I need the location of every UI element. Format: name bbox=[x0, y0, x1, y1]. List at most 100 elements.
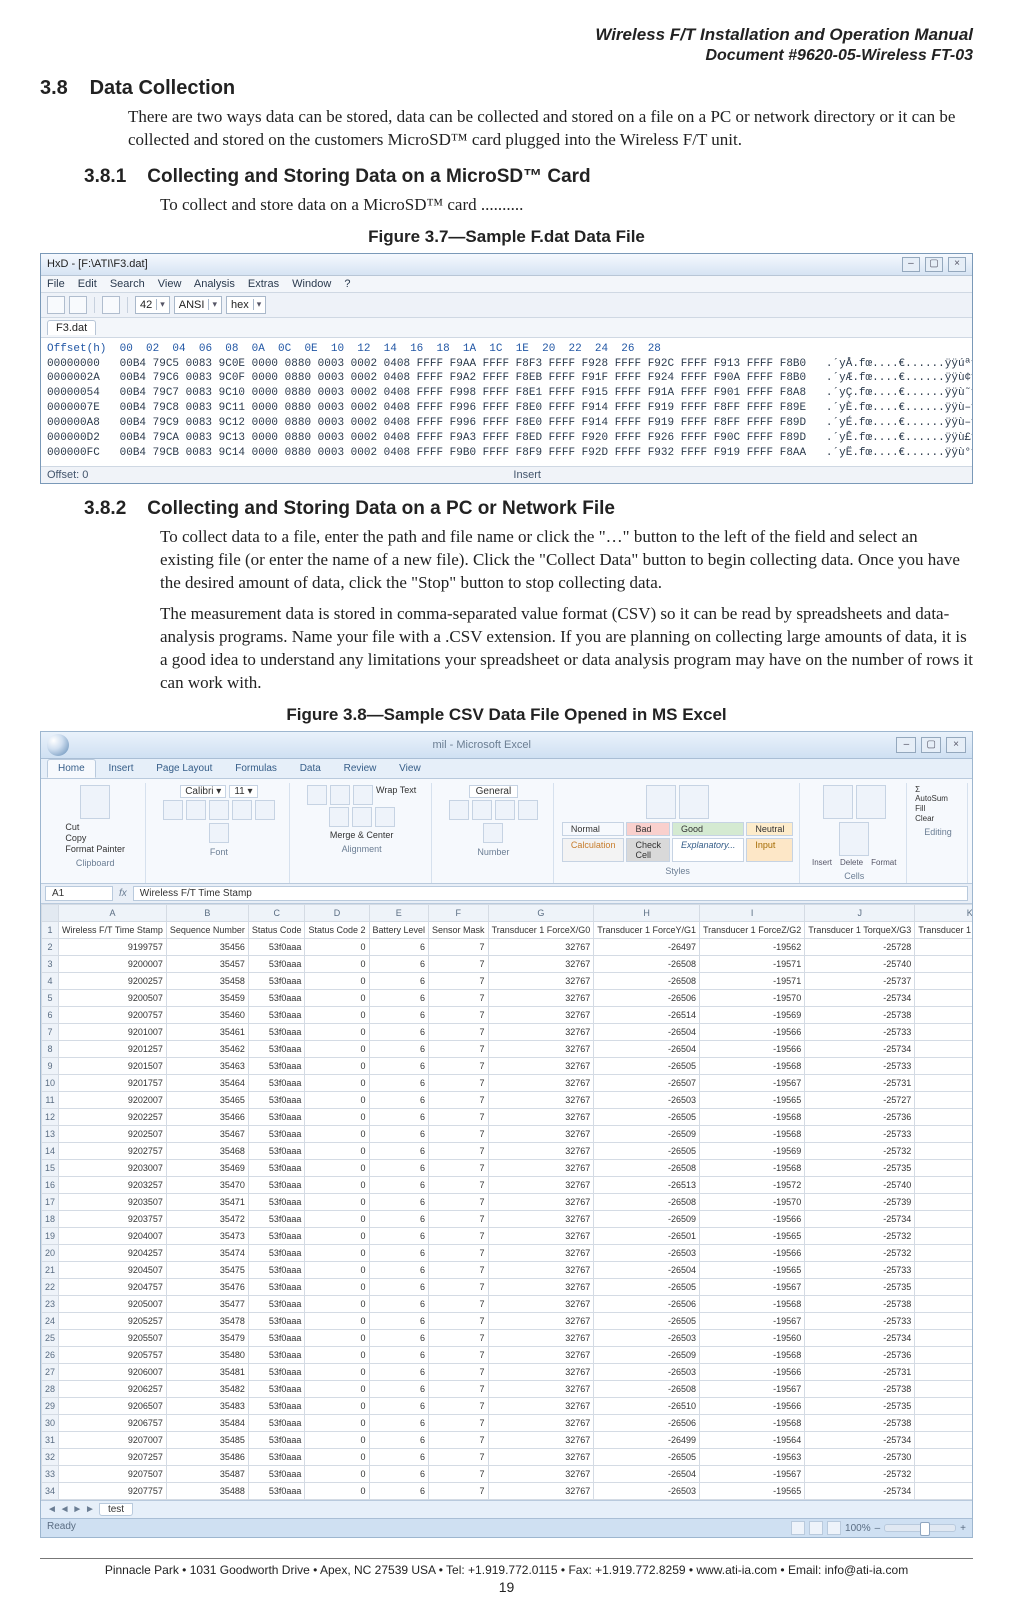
doc-header: Wireless F/T Installation and Operation … bbox=[40, 24, 973, 67]
sheet-grid[interactable]: ABCDEFGHIJKL1Wireless F/T Time StampSequ… bbox=[41, 904, 972, 1500]
tab-page-layout[interactable]: Page Layout bbox=[146, 760, 222, 777]
autosum-button[interactable]: Σ AutoSum bbox=[915, 785, 953, 803]
border-button[interactable] bbox=[232, 800, 252, 820]
hex-file-tab: F3.dat bbox=[41, 318, 972, 338]
toolbar-icon[interactable] bbox=[69, 296, 87, 314]
menu-extras[interactable]: Extras bbox=[248, 278, 279, 290]
section-3-8-2-body-2: The measurement data is stored in comma-… bbox=[160, 603, 973, 695]
section-number: 3.8.2 bbox=[84, 498, 142, 520]
ribbon-group-number: General Number bbox=[434, 783, 554, 883]
hex-viewer[interactable]: Offset(h) 00 02 04 06 08 0A 0C 0E 10 12 … bbox=[41, 338, 972, 467]
currency-button[interactable] bbox=[449, 800, 469, 820]
menu-analysis[interactable]: Analysis bbox=[194, 278, 235, 290]
minimize-button[interactable]: – bbox=[902, 257, 920, 272]
fill-button[interactable]: Fill bbox=[915, 804, 953, 813]
menu-window[interactable]: Window bbox=[292, 278, 331, 290]
tab-home[interactable]: Home bbox=[47, 759, 96, 778]
style-neutral[interactable]: Neutral bbox=[746, 822, 793, 836]
tab-data[interactable]: Data bbox=[290, 760, 331, 777]
align-button[interactable] bbox=[352, 807, 372, 827]
style-check-cell[interactable]: Check Cell bbox=[626, 838, 670, 862]
excel-titlebar: mil - Microsoft Excel – ▢ × bbox=[41, 732, 972, 759]
underline-button[interactable] bbox=[209, 800, 229, 820]
cut-button[interactable]: Cut bbox=[65, 822, 125, 832]
fontcolor-button[interactable] bbox=[209, 823, 229, 843]
copy-button[interactable]: Copy bbox=[65, 833, 125, 843]
insert-button[interactable] bbox=[823, 785, 853, 819]
number-format-field[interactable]: General bbox=[469, 785, 519, 798]
section-3-8-1-body: To collect and store data on a MicroSD™ … bbox=[160, 194, 973, 217]
fx-icon[interactable]: fx bbox=[119, 888, 127, 899]
format-as-table-button[interactable] bbox=[679, 785, 709, 819]
page-number: 19 bbox=[40, 1579, 973, 1595]
dec-decimal-button[interactable] bbox=[483, 823, 503, 843]
menu-file[interactable]: File bbox=[47, 278, 65, 290]
wrap-text-button[interactable]: Wrap Text bbox=[376, 785, 416, 805]
doc-number: Document #9620-05-Wireless FT-03 bbox=[40, 46, 973, 67]
align-button[interactable] bbox=[330, 785, 350, 805]
figure-3-7-title: Figure 3.7—Sample F.dat Data File bbox=[40, 227, 973, 247]
ribbon-tabs: Home Insert Page Layout Formulas Data Re… bbox=[41, 759, 972, 779]
hex-app-title: HxD - [F:\ATI\F3.dat] bbox=[47, 258, 148, 270]
excel-window: mil - Microsoft Excel – ▢ × Home Insert … bbox=[40, 731, 973, 1538]
sheet-nav[interactable]: ◄ ◄ ► ► bbox=[47, 1504, 95, 1515]
maximize-button[interactable]: ▢ bbox=[921, 737, 941, 753]
close-button[interactable]: × bbox=[946, 737, 966, 753]
style-good[interactable]: Good bbox=[672, 822, 744, 836]
style-calculation[interactable]: Calculation bbox=[562, 838, 625, 862]
comma-button[interactable] bbox=[495, 800, 515, 820]
bold-button[interactable] bbox=[163, 800, 183, 820]
inc-decimal-button[interactable] bbox=[518, 800, 538, 820]
zoom-control[interactable]: 100% – + bbox=[791, 1521, 966, 1535]
office-button-icon[interactable] bbox=[47, 734, 69, 756]
style-explanatory[interactable]: Explanatory... bbox=[672, 838, 744, 862]
align-button[interactable] bbox=[329, 807, 349, 827]
conditional-formatting-button[interactable] bbox=[646, 785, 676, 819]
formula-value[interactable]: Wireless F/T Time Stamp bbox=[133, 886, 968, 901]
format-painter-button[interactable]: Format Painter bbox=[65, 844, 125, 854]
style-input[interactable]: Input bbox=[746, 838, 793, 862]
font-size-field[interactable]: 11 ▾ bbox=[229, 785, 257, 798]
tab-formulas[interactable]: Formulas bbox=[225, 760, 287, 777]
hex-statusbar: Offset: 0 Insert bbox=[41, 466, 972, 483]
menu-edit[interactable]: Edit bbox=[78, 278, 97, 290]
delete-button[interactable] bbox=[856, 785, 886, 819]
menu-help[interactable]: ? bbox=[344, 278, 350, 290]
encoding-field[interactable]: ANSI▾ bbox=[174, 296, 222, 314]
sheet-tab[interactable]: test bbox=[99, 1503, 133, 1516]
bytes-per-row-field[interactable]: 42▾ bbox=[135, 296, 170, 314]
hex-toolbar: 42▾ ANSI▾ hex▾ bbox=[41, 293, 972, 318]
menu-search[interactable]: Search bbox=[110, 278, 145, 290]
percent-button[interactable] bbox=[472, 800, 492, 820]
section-title: Collecting and Storing Data on a PC or N… bbox=[147, 498, 615, 519]
format-button[interactable] bbox=[839, 822, 869, 856]
align-button[interactable] bbox=[375, 807, 395, 827]
maximize-button[interactable]: ▢ bbox=[925, 257, 943, 272]
base-field[interactable]: hex▾ bbox=[226, 296, 266, 314]
align-button[interactable] bbox=[353, 785, 373, 805]
style-bad[interactable]: Bad bbox=[626, 822, 670, 836]
menu-view[interactable]: View bbox=[158, 278, 182, 290]
align-button[interactable] bbox=[307, 785, 327, 805]
name-box[interactable]: A1 bbox=[45, 886, 113, 901]
toolbar-icon[interactable] bbox=[47, 296, 65, 314]
section-3-8-1-heading: 3.8.1 Collecting and Storing Data on a M… bbox=[84, 166, 973, 188]
file-tab[interactable]: F3.dat bbox=[47, 320, 96, 335]
hex-titlebar: HxD - [F:\ATI\F3.dat] – ▢ × bbox=[41, 254, 972, 276]
clear-button[interactable]: Clear bbox=[915, 814, 953, 823]
tab-review[interactable]: Review bbox=[334, 760, 387, 777]
tab-insert[interactable]: Insert bbox=[98, 760, 143, 777]
font-name-field[interactable]: Calibri ▾ bbox=[180, 785, 226, 798]
minimize-button[interactable]: – bbox=[896, 737, 916, 753]
tab-view[interactable]: View bbox=[389, 760, 431, 777]
style-normal[interactable]: Normal bbox=[562, 822, 625, 836]
italic-button[interactable] bbox=[186, 800, 206, 820]
toolbar-icon[interactable] bbox=[102, 296, 120, 314]
ribbon-group-font: Calibri ▾ 11 ▾ Font bbox=[148, 783, 290, 883]
close-button[interactable]: × bbox=[948, 257, 966, 272]
merge-center-button[interactable]: Merge & Center bbox=[330, 830, 394, 840]
fillcolor-button[interactable] bbox=[255, 800, 275, 820]
section-3-8-body: There are two ways data can be stored, d… bbox=[128, 106, 973, 152]
sheet-tabs: ◄ ◄ ► ► test bbox=[41, 1500, 972, 1518]
paste-button[interactable] bbox=[80, 785, 110, 819]
